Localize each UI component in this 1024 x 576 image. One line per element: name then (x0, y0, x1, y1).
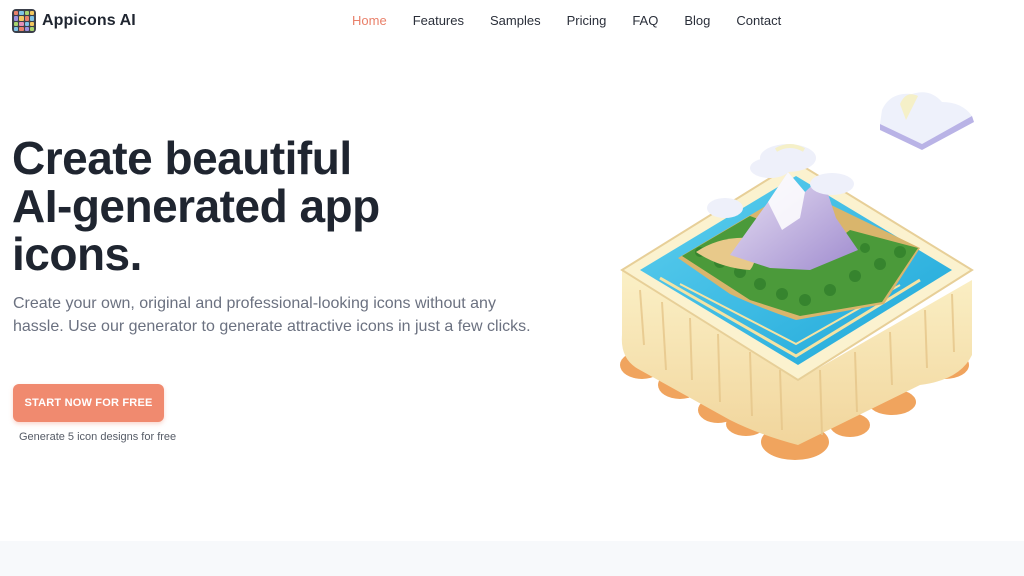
next-section-band (0, 541, 1024, 576)
top-navigation: Appicons AI Home Features Samples Pricin… (0, 0, 1024, 42)
nav-link-pricing[interactable]: Pricing (567, 13, 607, 29)
hero-subtitle: Create your own, original and profession… (13, 295, 531, 335)
nav-link-home[interactable]: Home (352, 13, 387, 29)
hero-title-line-1: Create beautiful (12, 132, 352, 184)
start-now-button[interactable]: START NOW FOR FREE (13, 384, 164, 422)
nav-link-features[interactable]: Features (413, 13, 464, 29)
floating-island-mountain-icon (600, 80, 1000, 470)
brand-name: Appicons AI (42, 12, 136, 29)
main-menu: Home Features Samples Pricing FAQ Blog C… (352, 13, 807, 29)
hero-title-line-3: icons. (12, 228, 142, 280)
nav-link-samples[interactable]: Samples (490, 13, 541, 29)
nav-link-blog[interactable]: Blog (684, 13, 710, 29)
cloud-icon (880, 92, 974, 150)
hero-title-line-2: AI-generated app (12, 180, 380, 232)
hero-title: Create beautiful AI-generated app icons. (12, 134, 532, 278)
app-grid-logo-icon (12, 9, 36, 33)
nav-link-contact[interactable]: Contact (736, 13, 781, 29)
cta-note: Generate 5 icon designs for free (19, 431, 177, 443)
nav-link-faq[interactable]: FAQ (632, 13, 658, 29)
brand[interactable]: Appicons AI (12, 9, 136, 33)
